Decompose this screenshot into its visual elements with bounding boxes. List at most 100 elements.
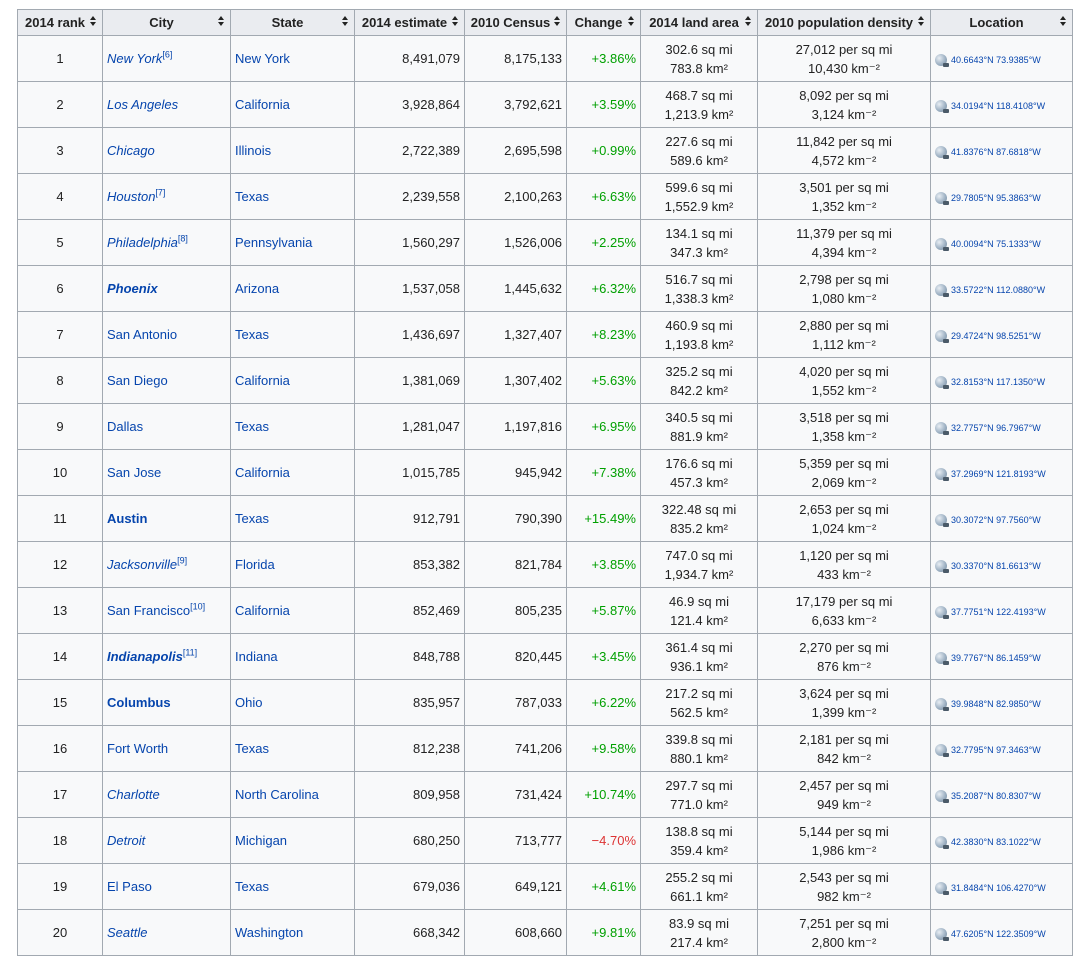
- sort-arrows-icon[interactable]: [90, 16, 96, 28]
- column-header-state[interactable]: State: [230, 9, 355, 36]
- column-header-census-2010[interactable]: 2010 Census: [464, 9, 567, 36]
- state-link[interactable]: California: [235, 373, 290, 388]
- state-link[interactable]: Texas: [235, 511, 269, 526]
- globe-icon[interactable]: [935, 881, 949, 895]
- sort-arrows-icon[interactable]: [1060, 16, 1066, 28]
- state-link[interactable]: Michigan: [235, 833, 287, 848]
- column-header-land-area[interactable]: 2014 land area: [640, 9, 758, 36]
- coordinates-link[interactable]: 34.0194°N 118.4108°W: [951, 101, 1045, 111]
- globe-icon[interactable]: [935, 743, 949, 757]
- city-link[interactable]: Detroit: [107, 833, 145, 848]
- coordinates-link[interactable]: 37.7751°N 122.4193°W: [951, 607, 1046, 617]
- globe-icon[interactable]: [935, 53, 949, 67]
- coordinates-link[interactable]: 32.7757°N 96.7967°W: [951, 423, 1041, 433]
- state-link[interactable]: Florida: [235, 557, 275, 572]
- reference-link[interactable]: [10]: [190, 602, 205, 612]
- state-link[interactable]: California: [235, 603, 290, 618]
- coordinates-link[interactable]: 33.5722°N 112.0880°W: [951, 285, 1045, 295]
- city-link[interactable]: Phoenix: [107, 281, 158, 296]
- coordinates-link[interactable]: 37.2969°N 121.8193°W: [951, 469, 1046, 479]
- coordinates-link[interactable]: 40.0094°N 75.1333°W: [951, 239, 1041, 249]
- city-link[interactable]: San Antonio: [107, 327, 177, 342]
- sort-arrows-icon[interactable]: [218, 16, 224, 28]
- globe-icon[interactable]: [935, 283, 949, 297]
- state-link[interactable]: New York: [235, 51, 290, 66]
- column-header-population-density[interactable]: 2010 population density: [757, 9, 931, 36]
- state-link[interactable]: Illinois: [235, 143, 271, 158]
- city-link[interactable]: Fort Worth: [107, 741, 168, 756]
- city-link[interactable]: El Paso: [107, 879, 152, 894]
- coordinates-link[interactable]: 32.8153°N 117.1350°W: [951, 377, 1045, 387]
- column-header-city[interactable]: City: [102, 9, 231, 36]
- globe-icon[interactable]: [935, 191, 949, 205]
- globe-icon[interactable]: [935, 697, 949, 711]
- city-link[interactable]: San Diego: [107, 373, 168, 388]
- state-link[interactable]: California: [235, 97, 290, 112]
- city-link[interactable]: New York: [107, 51, 162, 66]
- sort-arrows-icon[interactable]: [554, 16, 560, 28]
- globe-icon[interactable]: [935, 421, 949, 435]
- globe-icon[interactable]: [935, 789, 949, 803]
- city-link[interactable]: Indianapolis: [107, 649, 183, 664]
- reference-link[interactable]: [6]: [162, 50, 172, 60]
- city-link[interactable]: Chicago: [107, 143, 155, 158]
- sort-arrows-icon[interactable]: [628, 16, 634, 28]
- city-link[interactable]: Philadelphia: [107, 235, 178, 250]
- globe-icon[interactable]: [935, 559, 949, 573]
- coordinates-link[interactable]: 39.7767°N 86.1459°W: [951, 653, 1041, 663]
- state-link[interactable]: Texas: [235, 879, 269, 894]
- city-link[interactable]: Houston: [107, 189, 155, 204]
- state-link[interactable]: Texas: [235, 741, 269, 756]
- column-header-rank[interactable]: 2014 rank: [17, 9, 103, 36]
- reference-link[interactable]: [11]: [183, 648, 197, 658]
- sort-arrows-icon[interactable]: [918, 16, 924, 28]
- city-link[interactable]: Charlotte: [107, 787, 160, 802]
- reference-link[interactable]: [8]: [178, 234, 188, 244]
- globe-icon[interactable]: [935, 329, 949, 343]
- sort-arrows-icon[interactable]: [342, 16, 348, 28]
- globe-icon[interactable]: [935, 605, 949, 619]
- globe-icon[interactable]: [935, 375, 949, 389]
- column-header-estimate-2014[interactable]: 2014 estimate: [354, 9, 465, 36]
- state-link[interactable]: Washington: [235, 925, 303, 940]
- city-link[interactable]: San Francisco: [107, 603, 190, 618]
- sort-arrows-icon[interactable]: [452, 16, 458, 28]
- state-link[interactable]: Texas: [235, 327, 269, 342]
- globe-icon[interactable]: [935, 927, 949, 941]
- coordinates-link[interactable]: 35.2087°N 80.8307°W: [951, 791, 1041, 801]
- coordinates-link[interactable]: 31.8484°N 106.4270°W: [951, 883, 1046, 893]
- city-link[interactable]: Austin: [107, 511, 147, 526]
- globe-icon[interactable]: [935, 99, 949, 113]
- state-link[interactable]: Indiana: [235, 649, 278, 664]
- reference-link[interactable]: [9]: [177, 556, 187, 566]
- coordinates-link[interactable]: 47.6205°N 122.3509°W: [951, 929, 1046, 939]
- column-header-change[interactable]: Change: [566, 9, 641, 36]
- globe-icon[interactable]: [935, 237, 949, 251]
- coordinates-link[interactable]: 29.4724°N 98.5251°W: [951, 331, 1041, 341]
- coordinates-link[interactable]: 42.3830°N 83.1022°W: [951, 837, 1041, 847]
- city-link[interactable]: Dallas: [107, 419, 143, 434]
- city-link[interactable]: Columbus: [107, 695, 171, 710]
- city-link[interactable]: San Jose: [107, 465, 161, 480]
- globe-icon[interactable]: [935, 467, 949, 481]
- city-link[interactable]: Jacksonville: [107, 557, 177, 572]
- coordinates-link[interactable]: 41.8376°N 87.6818°W: [951, 147, 1041, 157]
- globe-icon[interactable]: [935, 651, 949, 665]
- state-link[interactable]: Texas: [235, 419, 269, 434]
- coordinates-link[interactable]: 40.6643°N 73.9385°W: [951, 55, 1041, 65]
- coordinates-link[interactable]: 29.7805°N 95.3863°W: [951, 193, 1041, 203]
- column-header-location[interactable]: Location: [930, 9, 1073, 36]
- coordinates-link[interactable]: 39.9848°N 82.9850°W: [951, 699, 1041, 709]
- state-link[interactable]: North Carolina: [235, 787, 319, 802]
- coordinates-link[interactable]: 30.3072°N 97.7560°W: [951, 515, 1041, 525]
- state-link[interactable]: Arizona: [235, 281, 279, 296]
- city-link[interactable]: Seattle: [107, 925, 147, 940]
- coordinates-link[interactable]: 30.3370°N 81.6613°W: [951, 561, 1041, 571]
- reference-link[interactable]: [7]: [155, 188, 165, 198]
- coordinates-link[interactable]: 32.7795°N 97.3463°W: [951, 745, 1041, 755]
- state-link[interactable]: Ohio: [235, 695, 262, 710]
- state-link[interactable]: Pennsylvania: [235, 235, 312, 250]
- city-link[interactable]: Los Angeles: [107, 97, 178, 112]
- state-link[interactable]: Texas: [235, 189, 269, 204]
- globe-icon[interactable]: [935, 835, 949, 849]
